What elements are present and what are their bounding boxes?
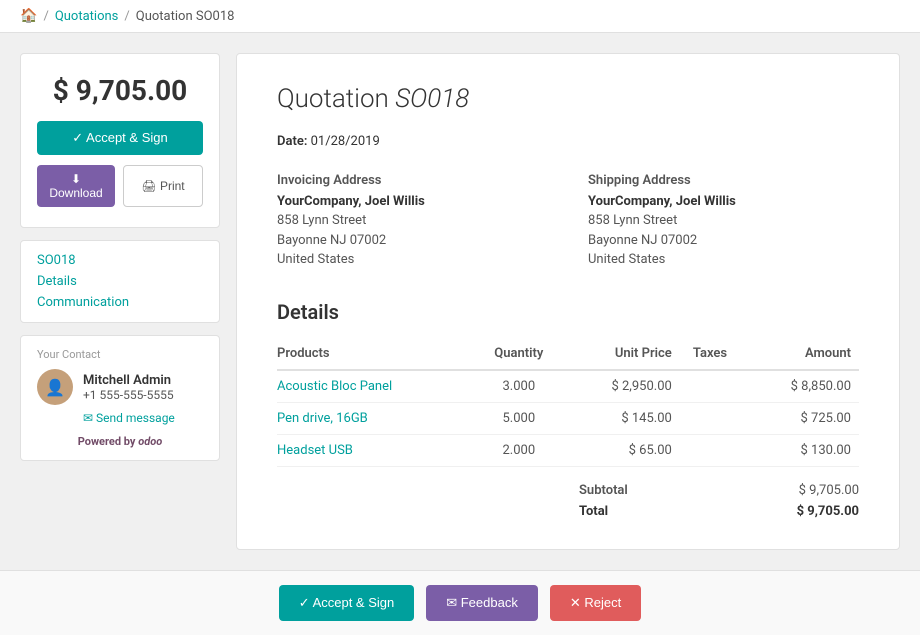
feedback-button[interactable]: ✉ Feedback — [426, 585, 538, 621]
invoicing-label: Invoicing Address — [277, 173, 548, 188]
shipping-country: United States — [588, 250, 859, 270]
powered-by: Powered by odoo — [37, 435, 203, 448]
total-label: Total — [579, 504, 608, 519]
col-taxes: Taxes — [680, 340, 748, 370]
col-products: Products — [277, 340, 477, 370]
order-table: Products Quantity Unit Price Taxes Amoun… — [277, 340, 859, 467]
product-cell: Pen drive, 16GB — [277, 402, 477, 434]
breadcrumb-current: Quotation SO018 — [136, 9, 235, 24]
contact-phone: +1 555-555-5555 — [83, 388, 174, 402]
nav-link-communication[interactable]: Communication — [37, 295, 203, 310]
unit-price-cell: $ 65.00 — [569, 434, 680, 466]
contact-label: Your Contact — [37, 348, 203, 361]
nav-link-details[interactable]: Details — [37, 274, 203, 289]
main-wrapper: $ 9,705.00 ✓ Accept & Sign ⬇ Download 🖨 … — [0, 33, 920, 570]
unit-price-cell: $ 2,950.00 — [569, 370, 680, 403]
nav-link-so018[interactable]: SO018 — [37, 253, 203, 268]
shipping-address: Shipping Address YourCompany, Joel Willi… — [588, 173, 859, 270]
price-box: $ 9,705.00 ✓ Accept & Sign ⬇ Download 🖨 … — [20, 53, 220, 228]
price-amount: $ 9,705.00 — [37, 74, 203, 107]
action-buttons: ⬇ Download 🖨 Print — [37, 165, 203, 207]
addresses: Invoicing Address YourCompany, Joel Will… — [277, 173, 859, 270]
reject-button[interactable]: ✕ Reject — [550, 585, 641, 621]
total-value: $ 9,705.00 — [797, 504, 859, 519]
content-area: $ 9,705.00 ✓ Accept & Sign ⬇ Download 🖨 … — [20, 53, 900, 550]
contact-name: Mitchell Admin — [83, 373, 174, 388]
invoicing-line1: 858 Lynn Street — [277, 211, 548, 231]
subtotal-label: Subtotal — [579, 483, 628, 498]
product-link[interactable]: Headset USB — [277, 443, 353, 458]
meta-date: Date: 01/28/2019 — [277, 134, 859, 149]
accept-sign-button-bottom[interactable]: ✓ Accept & Sign — [279, 585, 414, 621]
invoicing-country: United States — [277, 250, 548, 270]
avatar: 👤 — [37, 369, 73, 405]
table-row: Headset USB 2.000 $ 65.00 $ 130.00 — [277, 434, 859, 466]
col-quantity: Quantity — [477, 340, 569, 370]
product-link[interactable]: Acoustic Bloc Panel — [277, 379, 392, 394]
product-link[interactable]: Pen drive, 16GB — [277, 411, 368, 426]
home-icon[interactable]: 🏠 — [20, 8, 37, 24]
unit-price-cell: $ 145.00 — [569, 402, 680, 434]
subtotal-row: Subtotal $ 9,705.00 — [579, 483, 859, 498]
invoicing-line2: Bayonne NJ 07002 — [277, 231, 548, 251]
table-row: Acoustic Bloc Panel 3.000 $ 2,950.00 $ 8… — [277, 370, 859, 403]
details-title: Details — [277, 300, 859, 324]
download-button[interactable]: ⬇ Download — [37, 165, 115, 207]
totals-section: Subtotal $ 9,705.00 Total $ 9,705.00 — [277, 483, 859, 519]
contact-info: 👤 Mitchell Admin +1 555-555-5555 — [37, 369, 203, 405]
taxes-cell — [680, 370, 748, 403]
taxes-cell — [680, 434, 748, 466]
shipping-label: Shipping Address — [588, 173, 859, 188]
invoicing-company: YourCompany, Joel Willis — [277, 194, 548, 209]
document-panel: Quotation SO018 Date: 01/28/2019 Invoici… — [236, 53, 900, 550]
subtotal-value: $ 9,705.00 — [799, 483, 859, 498]
quantity-cell: 3.000 — [477, 370, 569, 403]
sidebar-nav: SO018 Details Communication — [20, 240, 220, 323]
product-cell: Acoustic Bloc Panel — [277, 370, 477, 403]
accept-sign-button-sidebar[interactable]: ✓ Accept & Sign — [37, 121, 203, 155]
sidebar: $ 9,705.00 ✓ Accept & Sign ⬇ Download 🖨 … — [20, 53, 220, 550]
bottom-bar: ✓ Accept & Sign ✉ Feedback ✕ Reject — [0, 570, 920, 635]
shipping-line2: Bayonne NJ 07002 — [588, 231, 859, 251]
total-row: Total $ 9,705.00 — [579, 504, 859, 519]
shipping-line1: 858 Lynn Street — [588, 211, 859, 231]
breadcrumb-quotations[interactable]: Quotations — [55, 9, 119, 24]
table-row: Pen drive, 16GB 5.000 $ 145.00 $ 725.00 — [277, 402, 859, 434]
breadcrumb: 🏠 / Quotations / Quotation SO018 — [0, 0, 920, 33]
print-button[interactable]: 🖨 Print — [123, 165, 203, 207]
invoicing-address: Invoicing Address YourCompany, Joel Will… — [277, 173, 548, 270]
shipping-company: YourCompany, Joel Willis — [588, 194, 859, 209]
amount-cell: $ 130.00 — [748, 434, 859, 466]
col-unit-price: Unit Price — [569, 340, 680, 370]
contact-box: Your Contact 👤 Mitchell Admin +1 555-555… — [20, 335, 220, 461]
quotation-title: Quotation SO018 — [277, 84, 859, 114]
quantity-cell: 5.000 — [477, 402, 569, 434]
send-message-link[interactable]: ✉ Send message — [37, 411, 203, 425]
product-cell: Headset USB — [277, 434, 477, 466]
quantity-cell: 2.000 — [477, 434, 569, 466]
taxes-cell — [680, 402, 748, 434]
col-amount: Amount — [748, 340, 859, 370]
amount-cell: $ 725.00 — [748, 402, 859, 434]
amount-cell: $ 8,850.00 — [748, 370, 859, 403]
